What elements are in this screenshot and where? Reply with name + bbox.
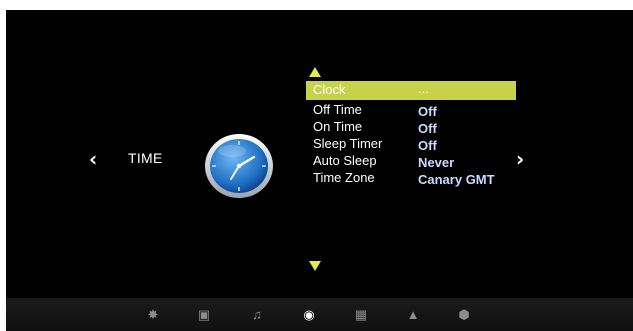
menu-item-value: Off <box>418 121 437 136</box>
menu-item-time-zone[interactable]: Time Zone Canary GMT <box>306 169 516 187</box>
section-title: TIME <box>128 150 163 166</box>
sound-icon[interactable]: ♫ <box>250 308 264 322</box>
time-menu: Clock ... Off Time Off On Time Off Sleep… <box>306 81 516 187</box>
menu-item-off-time[interactable]: Off Time Off <box>306 101 516 119</box>
channel-icon[interactable]: ▣ <box>197 308 211 322</box>
menu-item-value: ... <box>418 81 429 96</box>
nav-right-arrow[interactable]: › <box>516 149 524 169</box>
menu-item-on-time[interactable]: On Time Off <box>306 118 516 136</box>
scroll-down-icon[interactable] <box>309 261 321 271</box>
menu-category-bar: ✸ ▣ ♫ ◉ ▦ ▲ ⬢ <box>6 298 633 331</box>
time-icon[interactable]: ◉ <box>302 308 316 322</box>
menu-item-value: Off <box>418 104 437 119</box>
menu-item-value: Canary GMT <box>418 172 495 187</box>
setup-icon[interactable]: ⬢ <box>457 308 471 322</box>
menu-item-label: Sleep Timer <box>313 136 383 151</box>
menu-item-label: Off Time <box>313 102 362 117</box>
scroll-up-icon[interactable] <box>309 67 321 77</box>
picture-icon[interactable]: ✸ <box>146 308 160 322</box>
menu-item-label: Time Zone <box>313 170 375 185</box>
menu-item-sleep-timer[interactable]: Sleep Timer Off <box>306 135 516 153</box>
menu-item-clock[interactable]: Clock ... <box>306 81 516 100</box>
menu-item-label: On Time <box>313 119 363 134</box>
tv-osd-screen: ‹ TIME Clock ... Off Time Off On Time Of… <box>6 10 633 331</box>
lock-icon[interactable]: ▲ <box>406 308 420 322</box>
menu-item-label: Auto Sleep <box>313 153 377 168</box>
nav-left-arrow[interactable]: ‹ <box>89 149 97 169</box>
menu-item-value: Off <box>418 138 437 153</box>
menu-item-label: Clock <box>313 82 346 97</box>
menu-item-value: Never <box>418 155 455 170</box>
clock-icon <box>205 134 273 198</box>
menu-item-auto-sleep[interactable]: Auto Sleep Never <box>306 152 516 170</box>
option-icon[interactable]: ▦ <box>354 308 368 322</box>
